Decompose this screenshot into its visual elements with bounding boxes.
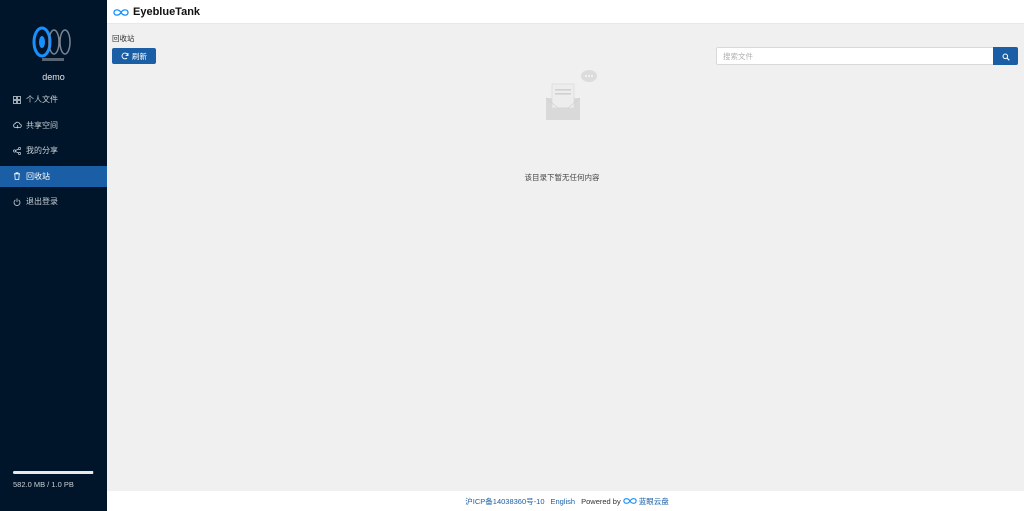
sidebar-item-shared-space[interactable]: 共享空间 xyxy=(0,115,107,136)
brand[interactable]: EyeblueTank xyxy=(113,6,200,18)
sidebar: demo 个人文件 共享空间 我的分享 回收站 退出登录 582.0 MB / … xyxy=(0,0,107,511)
search-input[interactable] xyxy=(716,47,993,65)
sidebar-item-logout[interactable]: 退出登录 xyxy=(0,191,107,212)
app-logo xyxy=(28,18,76,66)
sidebar-item-label: 共享空间 xyxy=(26,120,58,130)
top-bar: EyeblueTank xyxy=(107,0,1024,24)
language-link[interactable]: English xyxy=(551,497,576,506)
powered-by-label: Powered by xyxy=(581,496,621,506)
refresh-icon xyxy=(121,52,129,60)
footer: 沪ICP备14038360号-10 English Powered by 蓝眼云… xyxy=(107,491,1024,511)
sidebar-item-label: 个人文件 xyxy=(26,95,58,104)
empty-message: 该目录下暂无任何内容 xyxy=(524,173,600,182)
powered-by-link[interactable]: 蓝眼云盘 xyxy=(639,496,669,507)
sidebar-item-my-shares[interactable]: 我的分享 xyxy=(0,140,107,161)
trash-icon xyxy=(12,171,22,181)
sidebar-item-label: 我的分享 xyxy=(26,146,58,155)
storage-usage-fill xyxy=(13,471,94,474)
infinity-logo-icon xyxy=(623,497,637,505)
sidebar-item-label: 退出登录 xyxy=(26,197,58,206)
infinity-logo-icon xyxy=(113,8,129,17)
brand-name: EyeblueTank xyxy=(133,6,201,18)
refresh-label: 刷新 xyxy=(132,51,147,61)
storage-usage-text: 582.0 MB / 1.0 PB xyxy=(13,480,74,489)
sidebar-item-label: 回收站 xyxy=(26,171,50,181)
username: demo xyxy=(42,72,65,82)
sidebar-item-recycle-bin[interactable]: 回收站 xyxy=(0,165,107,187)
search-icon xyxy=(1002,49,1010,64)
main-content: 回收站 刷新 该目录下暂无任何内容 xyxy=(107,25,1024,491)
powered-by: Powered by 蓝眼云盘 xyxy=(581,496,669,507)
share-icon xyxy=(12,146,22,156)
search-button[interactable] xyxy=(993,47,1018,65)
sidebar-item-personal-files[interactable]: 个人文件 xyxy=(0,89,107,110)
empty-inbox-icon xyxy=(545,70,597,120)
power-icon xyxy=(12,197,22,207)
icp-link[interactable]: 沪ICP备14038360号-10 xyxy=(465,496,544,507)
refresh-button[interactable]: 刷新 xyxy=(112,48,156,64)
sidebar-menu: 个人文件 共享空间 我的分享 回收站 退出登录 xyxy=(0,89,107,217)
storage-usage-bar xyxy=(13,471,94,474)
empty-state: 该目录下暂无任何内容 xyxy=(512,68,612,182)
grid-icon xyxy=(12,95,22,105)
breadcrumb: 回收站 xyxy=(112,34,135,43)
cloud-icon xyxy=(12,120,22,130)
